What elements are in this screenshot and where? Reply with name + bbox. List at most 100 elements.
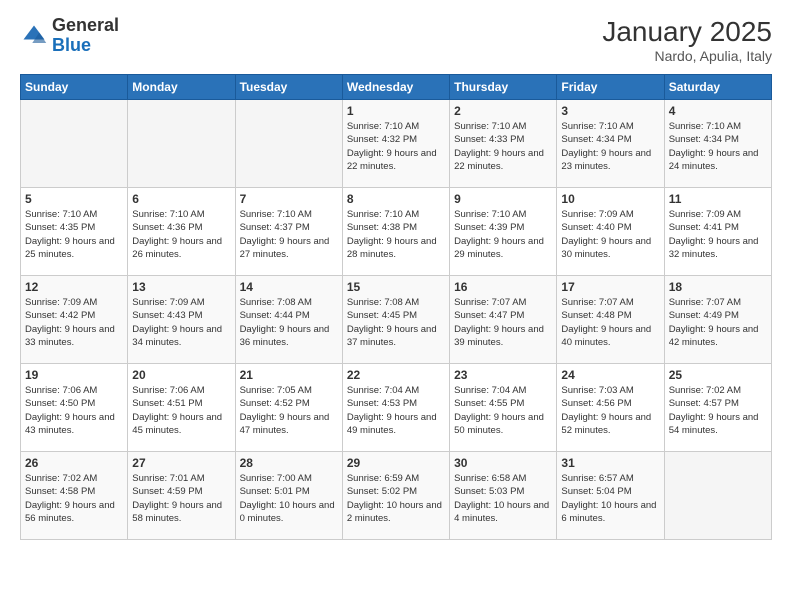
calendar-cell: 27 Sunrise: 7:01 AM Sunset: 4:59 PM Dayli… [128,452,235,540]
calendar-cell: 26 Sunrise: 7:02 AM Sunset: 4:58 PM Dayli… [21,452,128,540]
logo: General Blue [20,16,119,56]
calendar-cell: 21Sunrise: 7:05 AM Sunset: 4:52 PM Dayli… [235,364,342,452]
day-number: 3 [561,104,659,118]
calendar-cell: 25 Sunrise: 7:02 AM Sunset: 4:57 PM Dayli… [664,364,771,452]
calendar-header-row: SundayMondayTuesdayWednesdayThursdayFrid… [21,75,772,100]
calendar-cell: 15Sunrise: 7:08 AM Sunset: 4:45 PM Dayli… [342,276,449,364]
day-number: 19 [25,368,123,382]
calendar-cell: 17Sunrise: 7:07 AM Sunset: 4:48 PM Dayli… [557,276,664,364]
calendar-cell: 4 Sunrise: 7:10 AM Sunset: 4:34 PM Daylig… [664,100,771,188]
calendar-week-row: 1Sunrise: 7:10 AM Sunset: 4:32 PM Daylig… [21,100,772,188]
logo-icon [20,22,48,50]
day-info: Sunrise: 7:01 AM Sunset: 4:59 PM Dayligh… [132,472,230,525]
calendar-cell: 8 Sunrise: 7:10 AM Sunset: 4:38 PM Daylig… [342,188,449,276]
day-info: Sunrise: 6:58 AM Sunset: 5:03 PM Dayligh… [454,472,552,525]
title-block: January 2025 Nardo, Apulia, Italy [602,16,772,64]
calendar-cell: 6 Sunrise: 7:10 AM Sunset: 4:36 PM Daylig… [128,188,235,276]
day-number: 27 [132,456,230,470]
day-number: 13 [132,280,230,294]
day-info: Sunrise: 6:59 AM Sunset: 5:02 PM Dayligh… [347,472,445,525]
calendar-cell [128,100,235,188]
day-number: 12 [25,280,123,294]
day-info: Sunrise: 7:09 AM Sunset: 4:40 PM Dayligh… [561,208,659,261]
calendar-week-row: 26 Sunrise: 7:02 AM Sunset: 4:58 PM Dayli… [21,452,772,540]
calendar-cell: 23 Sunrise: 7:04 AM Sunset: 4:55 PM Dayli… [450,364,557,452]
calendar-cell: 3Sunrise: 7:10 AM Sunset: 4:34 PM Daylig… [557,100,664,188]
day-info: Sunrise: 7:09 AM Sunset: 4:42 PM Dayligh… [25,296,123,349]
month-title: January 2025 [602,16,772,48]
day-info: Sunrise: 7:10 AM Sunset: 4:37 PM Dayligh… [240,208,338,261]
calendar-week-row: 12 Sunrise: 7:09 AM Sunset: 4:42 PM Dayli… [21,276,772,364]
weekday-header: Wednesday [342,75,449,100]
day-info: Sunrise: 7:08 AM Sunset: 4:45 PM Dayligh… [347,296,445,349]
calendar-cell: 12 Sunrise: 7:09 AM Sunset: 4:42 PM Dayli… [21,276,128,364]
day-number: 9 [454,192,552,206]
day-info: Sunrise: 7:02 AM Sunset: 4:58 PM Dayligh… [25,472,123,525]
header: General Blue January 2025 Nardo, Apulia,… [20,16,772,64]
calendar-table: SundayMondayTuesdayWednesdayThursdayFrid… [20,74,772,540]
day-number: 10 [561,192,659,206]
weekday-header: Thursday [450,75,557,100]
day-info: Sunrise: 7:10 AM Sunset: 4:34 PM Dayligh… [669,120,767,173]
day-info: Sunrise: 7:10 AM Sunset: 4:38 PM Dayligh… [347,208,445,261]
day-number: 18 [669,280,767,294]
day-number: 5 [25,192,123,206]
day-info: Sunrise: 7:03 AM Sunset: 4:56 PM Dayligh… [561,384,659,437]
day-number: 4 [669,104,767,118]
calendar-cell: 5Sunrise: 7:10 AM Sunset: 4:35 PM Daylig… [21,188,128,276]
calendar-cell: 24 Sunrise: 7:03 AM Sunset: 4:56 PM Dayli… [557,364,664,452]
day-number: 8 [347,192,445,206]
day-number: 26 [25,456,123,470]
day-number: 24 [561,368,659,382]
calendar-cell: 2 Sunrise: 7:10 AM Sunset: 4:33 PM Daylig… [450,100,557,188]
calendar-cell: 28Sunrise: 7:00 AM Sunset: 5:01 PM Dayli… [235,452,342,540]
calendar-cell: 1Sunrise: 7:10 AM Sunset: 4:32 PM Daylig… [342,100,449,188]
weekday-header: Friday [557,75,664,100]
day-info: Sunrise: 7:05 AM Sunset: 4:52 PM Dayligh… [240,384,338,437]
weekday-header: Tuesday [235,75,342,100]
day-info: Sunrise: 7:02 AM Sunset: 4:57 PM Dayligh… [669,384,767,437]
weekday-header: Saturday [664,75,771,100]
calendar-cell [21,100,128,188]
day-number: 1 [347,104,445,118]
day-number: 25 [669,368,767,382]
day-info: Sunrise: 7:04 AM Sunset: 4:53 PM Dayligh… [347,384,445,437]
day-info: Sunrise: 7:09 AM Sunset: 4:41 PM Dayligh… [669,208,767,261]
calendar-cell: 29 Sunrise: 6:59 AM Sunset: 5:02 PM Dayli… [342,452,449,540]
calendar-cell [664,452,771,540]
day-number: 6 [132,192,230,206]
calendar-cell: 18 Sunrise: 7:07 AM Sunset: 4:49 PM Dayli… [664,276,771,364]
day-info: Sunrise: 6:57 AM Sunset: 5:04 PM Dayligh… [561,472,659,525]
day-number: 31 [561,456,659,470]
calendar-cell: 30 Sunrise: 6:58 AM Sunset: 5:03 PM Dayli… [450,452,557,540]
day-info: Sunrise: 7:07 AM Sunset: 4:47 PM Dayligh… [454,296,552,349]
calendar-cell: 16 Sunrise: 7:07 AM Sunset: 4:47 PM Dayli… [450,276,557,364]
day-info: Sunrise: 7:10 AM Sunset: 4:33 PM Dayligh… [454,120,552,173]
day-number: 2 [454,104,552,118]
calendar-week-row: 19Sunrise: 7:06 AM Sunset: 4:50 PM Dayli… [21,364,772,452]
calendar-cell: 9Sunrise: 7:10 AM Sunset: 4:39 PM Daylig… [450,188,557,276]
day-number: 23 [454,368,552,382]
calendar-cell: 31 Sunrise: 6:57 AM Sunset: 5:04 PM Dayli… [557,452,664,540]
day-number: 16 [454,280,552,294]
calendar-cell: 7Sunrise: 7:10 AM Sunset: 4:37 PM Daylig… [235,188,342,276]
day-number: 17 [561,280,659,294]
day-info: Sunrise: 7:09 AM Sunset: 4:43 PM Dayligh… [132,296,230,349]
day-number: 29 [347,456,445,470]
calendar-cell: 22Sunrise: 7:04 AM Sunset: 4:53 PM Dayli… [342,364,449,452]
calendar-cell: 13 Sunrise: 7:09 AM Sunset: 4:43 PM Dayli… [128,276,235,364]
day-info: Sunrise: 7:06 AM Sunset: 4:51 PM Dayligh… [132,384,230,437]
day-info: Sunrise: 7:08 AM Sunset: 4:44 PM Dayligh… [240,296,338,349]
day-number: 20 [132,368,230,382]
day-info: Sunrise: 7:04 AM Sunset: 4:55 PM Dayligh… [454,384,552,437]
day-info: Sunrise: 7:10 AM Sunset: 4:36 PM Dayligh… [132,208,230,261]
day-info: Sunrise: 7:07 AM Sunset: 4:49 PM Dayligh… [669,296,767,349]
day-number: 11 [669,192,767,206]
logo-general-text: General [52,15,119,35]
day-info: Sunrise: 7:00 AM Sunset: 5:01 PM Dayligh… [240,472,338,525]
day-number: 30 [454,456,552,470]
calendar-cell: 20 Sunrise: 7:06 AM Sunset: 4:51 PM Dayli… [128,364,235,452]
calendar-cell: 11 Sunrise: 7:09 AM Sunset: 4:41 PM Dayli… [664,188,771,276]
calendar-week-row: 5Sunrise: 7:10 AM Sunset: 4:35 PM Daylig… [21,188,772,276]
day-number: 14 [240,280,338,294]
